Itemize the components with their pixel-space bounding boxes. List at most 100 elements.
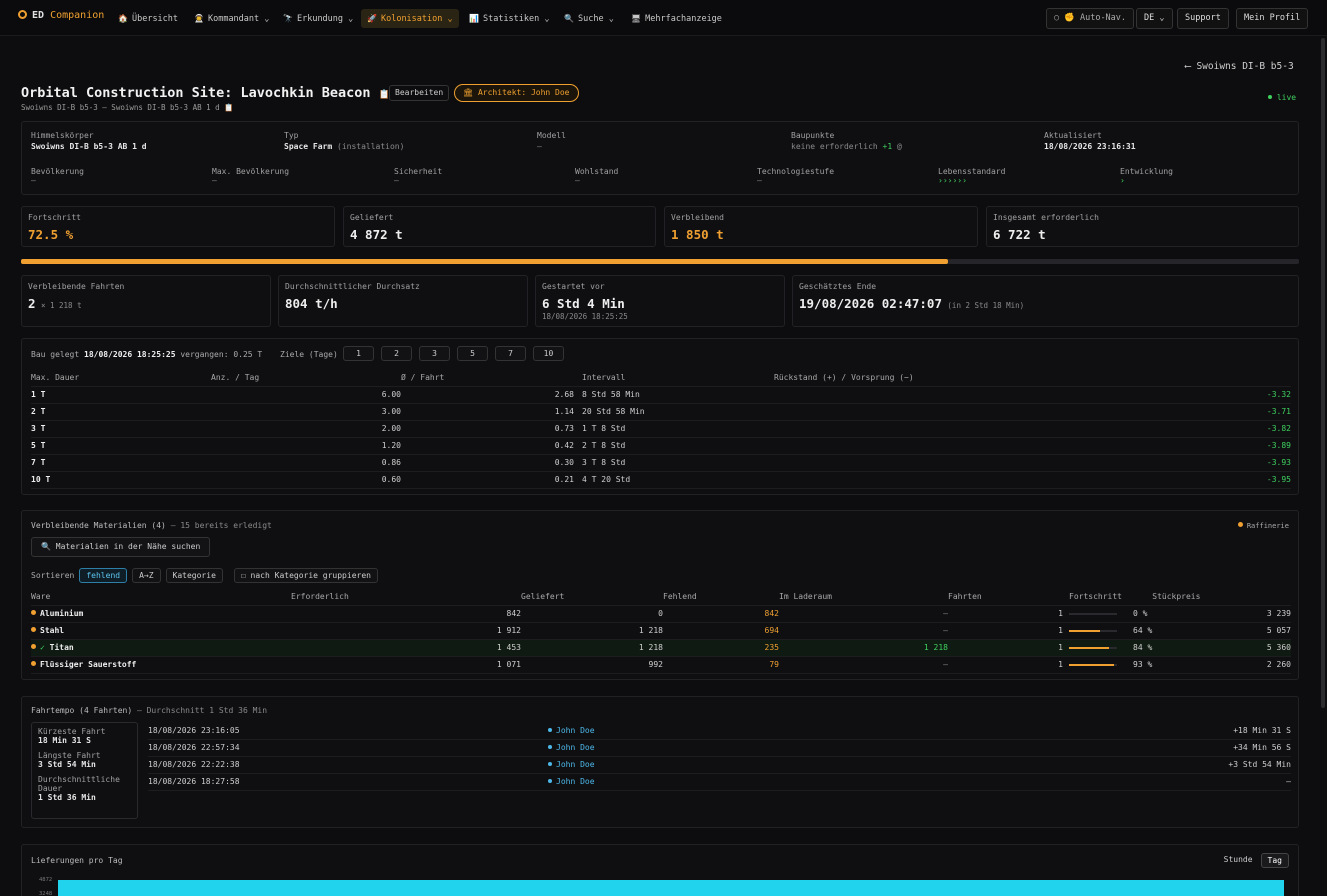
info-value: – [212, 176, 217, 185]
user-dot-icon [548, 762, 552, 766]
brand-ring-icon [18, 10, 27, 19]
back-link[interactable]: ⟵ Swoiwns DI-B b5-3 [1185, 61, 1294, 72]
target-per-trip: 1.14 [401, 403, 574, 421]
trip-time: 18/08/2026 22:57:34 [148, 739, 548, 757]
stat-label: Geliefert [350, 213, 394, 222]
architect-label: Architekt: John Doe [477, 88, 570, 97]
target-delta: -3.82 [774, 420, 1291, 438]
material-name-cell: Flüssiger Sauerstoff [31, 656, 291, 674]
nav-erkundung[interactable]: 🔭 Erkundung ⌄ [277, 9, 359, 28]
toggle-hour-button[interactable]: Stunde [1218, 853, 1259, 868]
deliveries-title: Lieferungen pro Tag [31, 856, 123, 865]
nav-statistiken[interactable]: 📊 Statistiken ⌄ [463, 9, 556, 28]
material-progress-bar [1069, 646, 1117, 649]
material-progress-bar [1069, 612, 1117, 615]
info-label: Wohlstand [575, 167, 619, 176]
stat-remaining-trips: Verbleibende Fahrten 2 × 1 218 t [21, 275, 271, 327]
column-header: Max. Dauer [31, 369, 211, 387]
top-nav: ED Companion 🏠 Übersicht 👨‍🚀 Kommandant ⌄ … [0, 0, 1327, 36]
profile-button[interactable]: Mein Profil [1236, 8, 1309, 29]
support-button[interactable]: Support [1177, 8, 1229, 29]
trip-user-name[interactable]: John Doe [556, 743, 595, 752]
search-materials-button[interactable]: 🔍 Materialien in der Nähe suchen [31, 537, 211, 557]
target-per-trip: 0.42 [401, 437, 574, 455]
language-value: DE [1144, 13, 1155, 23]
stat-value: 804 t/h [285, 296, 338, 311]
goal-button[interactable]: 10 [533, 346, 564, 361]
material-name-cell: ✓ Titan [31, 639, 291, 657]
material-row[interactable]: Stahl 1 912 1 218 694–1 64 % 5 057 [31, 622, 1291, 640]
scrollbar[interactable] [1321, 38, 1325, 708]
goal-button[interactable]: 7 [495, 346, 526, 361]
rocket-icon: 🚀 [367, 14, 377, 23]
nav-kolonisation[interactable]: 🚀 Kolonisation ⌄ [361, 9, 459, 28]
target-duration: 5 T [31, 437, 211, 455]
brand-logo[interactable]: ED Companion [18, 10, 104, 21]
sort-category-button[interactable]: Kategorie [165, 568, 223, 583]
refinery-dot-icon [31, 627, 36, 632]
nav-mehrfachanzeige[interactable]: 🖥 Mehrfachanzeige [625, 9, 728, 28]
material-row[interactable]: Aluminium 842 0 842–1 0 % 3 239 [31, 605, 1291, 623]
material-progress-label: 84 % [1133, 643, 1153, 652]
stat-progress: Fortschritt 72.5 % [21, 206, 335, 247]
pace-summary: Kürzeste Fahrt 18 Min 31 S Längste Fahrt… [31, 722, 138, 819]
trip-row: 18/08/2026 22:57:34 John Doe +34 Min 56 S [148, 739, 1291, 757]
targets-card: Bau gelegt 18/08/2026 18:25:25 vergangen… [21, 338, 1299, 495]
trip-user[interactable]: John Doe [548, 722, 948, 740]
nav-suche[interactable]: 🔍 Suche ⌄ [558, 9, 620, 28]
table-row: 10 T 0.60 0.21 4 T 20 Std -3.95 [31, 471, 1291, 489]
goal-button[interactable]: 5 [457, 346, 488, 361]
material-trips: 1 [948, 639, 1063, 657]
clipboard-icon[interactable]: 📋 [224, 103, 233, 112]
live-label: live [1276, 93, 1297, 102]
target-per-trip: 0.21 [401, 471, 574, 489]
architect-badge[interactable]: 🏛 Architekt: John Doe [454, 84, 579, 102]
autonav-toggle[interactable]: ○ ✊ Auto-Nav. [1046, 8, 1135, 29]
pace-title: Fahrtempo (4 Fahrten) [31, 706, 133, 715]
nav-uebersicht[interactable]: 🏠 Übersicht [112, 9, 184, 28]
material-row[interactable]: Flüssiger Sauerstoff 1 071 992 79–1 93 % 2 26… [31, 656, 1291, 674]
material-cargo: 1 218 [779, 639, 948, 657]
target-per-day: 0.60 [211, 471, 401, 489]
toggle-day-button[interactable]: Tag [1260, 853, 1289, 868]
trip-row: 18/08/2026 23:16:05 John Doe +18 Min 31 S [148, 722, 1291, 740]
info-label: Sicherheit [394, 167, 443, 176]
nav-kommandant[interactable]: 👨‍🚀 Kommandant ⌄ [188, 9, 275, 28]
info-label: Himmelskörper [31, 131, 94, 140]
chevron-down-icon: ⌄ [447, 14, 453, 24]
trip-user[interactable]: John Doe [548, 756, 948, 774]
group-by-category-toggle[interactable]: ☐ nach Kategorie gruppieren [233, 568, 378, 583]
material-progress-fill [1069, 629, 1100, 632]
goals-label: Ziele (Tage) [280, 350, 338, 359]
stat-delivered: Geliefert 4 872 t [343, 206, 656, 247]
material-cargo: – [779, 622, 948, 640]
material-trips: 1 [948, 622, 1063, 640]
trip-user-name[interactable]: John Doe [556, 777, 595, 786]
material-row[interactable]: ✓ Titan 1 453 1 218 235 1 218 1 84 % 5 360 [31, 639, 1291, 657]
language-select[interactable]: DE ⌄ [1136, 8, 1173, 29]
sort-label: Sortieren [31, 571, 75, 580]
column-header: Ø / Fahrt [401, 369, 574, 387]
delivery-bar [58, 880, 1284, 896]
info-max-population: Max. Bevölkerung – [212, 167, 289, 185]
trip-user[interactable]: John Doe [548, 773, 948, 791]
trip-user-name[interactable]: John Doe [556, 760, 595, 769]
table-header-row: Max. Dauer Anz. / Tag Ø / Fahrt Interval… [31, 369, 1291, 387]
info-label: Typ [284, 131, 299, 140]
brand-prefix: ED [32, 10, 45, 21]
edit-button[interactable]: Bearbeiten [389, 85, 450, 101]
goal-button[interactable]: 1 [343, 346, 374, 361]
material-name-cell: Aluminium [31, 605, 291, 623]
info-label: Modell [537, 131, 566, 140]
sort-az-button[interactable]: A→Z [132, 568, 161, 583]
goal-button[interactable]: 2 [381, 346, 412, 361]
toggle-dot-icon: ○ [1054, 13, 1060, 23]
goal-button[interactable]: 3 [419, 346, 450, 361]
info-label: Lebensstandard [938, 167, 1006, 176]
sort-missing-button[interactable]: fehlend [79, 568, 128, 583]
trip-user[interactable]: John Doe [548, 739, 948, 757]
nav-label: Mehrfachanzeige [645, 14, 722, 24]
table-row: 2 T 3.00 1.14 20 Std 58 Min -3.71 [31, 403, 1291, 421]
stat-label: Geschätztes Ende [799, 282, 877, 291]
trip-user-name[interactable]: John Doe [556, 726, 595, 735]
